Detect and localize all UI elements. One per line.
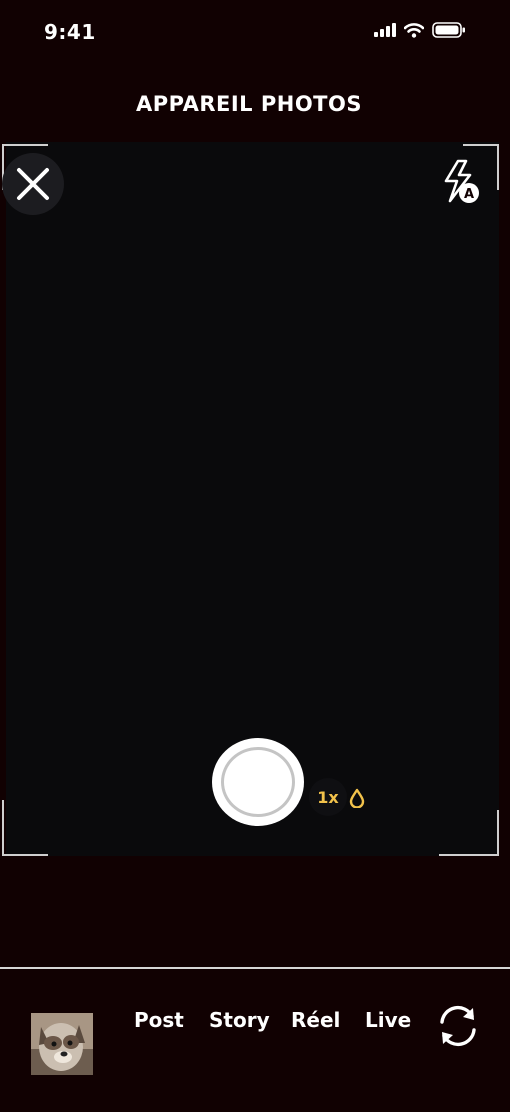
close-icon bbox=[17, 168, 49, 200]
status-time: 9:41 bbox=[44, 20, 96, 44]
bottom-divider bbox=[0, 967, 510, 969]
signal-icon bbox=[374, 23, 396, 37]
shutter-button[interactable] bbox=[212, 738, 304, 826]
drop-icon[interactable] bbox=[349, 788, 365, 808]
wifi-icon bbox=[404, 22, 424, 38]
flip-camera-button[interactable] bbox=[432, 1000, 484, 1052]
flash-auto-button[interactable]: A bbox=[436, 158, 484, 206]
flash-auto-icon: A bbox=[444, 159, 479, 203]
page-title: APPAREIL PHOTOS bbox=[135, 92, 362, 116]
frame-corner-bottom-left bbox=[2, 800, 48, 856]
zoom-button[interactable]: 1x bbox=[309, 778, 347, 816]
shutter-inner-ring bbox=[221, 747, 295, 817]
close-button[interactable] bbox=[2, 153, 64, 215]
status-bar: 9:41 bbox=[0, 0, 510, 66]
mode-tab-post[interactable]: Post bbox=[134, 1008, 184, 1032]
battery-icon bbox=[432, 22, 465, 38]
svg-text:A: A bbox=[464, 187, 474, 202]
mode-tab-live[interactable]: Live bbox=[365, 1008, 411, 1032]
mode-tab-story[interactable]: Story bbox=[209, 1008, 270, 1032]
frame-corner-bottom-right bbox=[439, 810, 499, 856]
camera-screen: 9:41 APPAREIL PHOTOS A 1x Post Story Rée… bbox=[0, 0, 510, 1112]
mode-tab-reel[interactable]: Réel bbox=[291, 1008, 340, 1032]
status-icons bbox=[374, 22, 466, 38]
flip-camera-icon bbox=[440, 1005, 476, 1047]
